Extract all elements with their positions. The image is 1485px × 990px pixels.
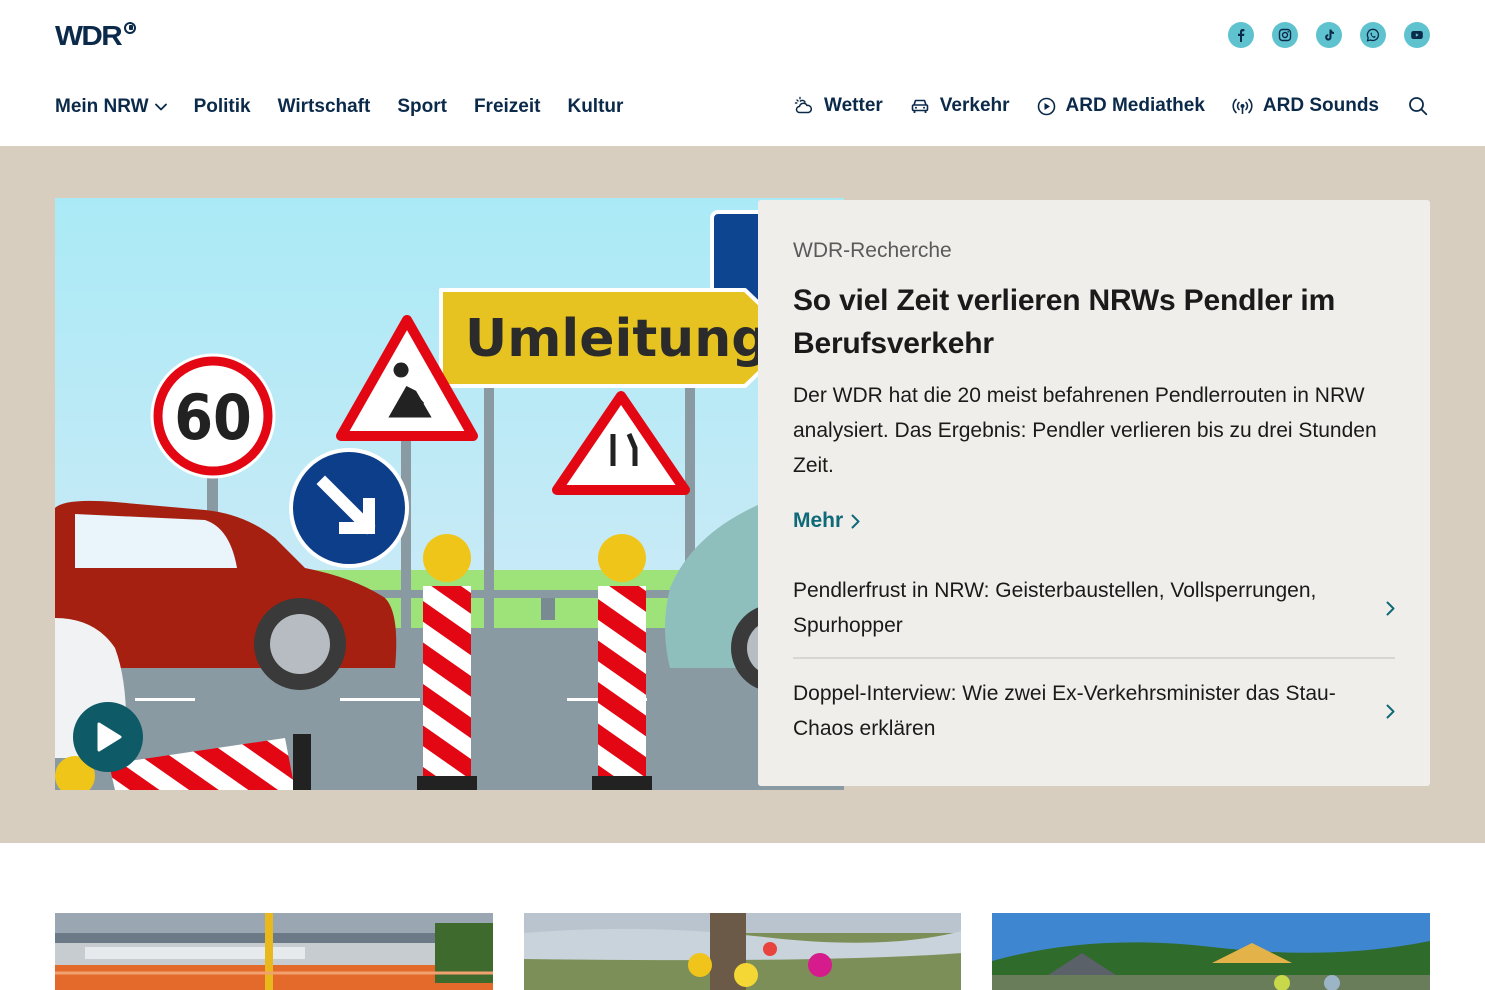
- hero-section: Umleitung 60 WDR-Recherche So viel Zeit …: [0, 146, 1485, 843]
- chevron-down-icon: [154, 103, 167, 111]
- related-article-link[interactable]: Pendlerfrust in NRW: Geisterbaustellen, …: [793, 571, 1395, 657]
- service-navigation: Wetter Verkehr ARD Mediathek ARD Sounds: [767, 93, 1430, 119]
- article-tile-memorial-flowers[interactable]: [523, 913, 962, 990]
- site-header: WDR Mein NRW Politik Wirtschaft Sport Fr…: [0, 0, 1485, 146]
- related-article-title: Pendlerfrust in NRW: Geisterbaustellen, …: [793, 579, 1317, 637]
- tile-image: [992, 913, 1431, 990]
- service-link-ard-sounds[interactable]: ARD Sounds: [1232, 93, 1379, 119]
- facebook-icon[interactable]: [1228, 22, 1254, 48]
- sign-text: Umleitung: [465, 309, 768, 369]
- service-link-wetter[interactable]: Wetter: [794, 93, 883, 119]
- hero-teaser-text: Der WDR hat die 20 meist befahrenen Pend…: [793, 384, 1377, 477]
- article-tile-festival-tents[interactable]: [992, 913, 1431, 990]
- play-circle-icon: [1037, 97, 1055, 115]
- more-link[interactable]: Mehr: [793, 507, 860, 535]
- broadcast-icon: [1232, 98, 1253, 114]
- play-icon: [97, 722, 122, 752]
- nav-item-freizeit[interactable]: Freizeit: [474, 94, 541, 120]
- nav-item-label: Mein NRW: [55, 96, 149, 117]
- hero-headline[interactable]: So viel Zeit verlieren NRWs Pendler im B…: [793, 279, 1395, 365]
- tiktok-icon[interactable]: [1316, 22, 1342, 48]
- whatsapp-icon[interactable]: [1360, 22, 1386, 48]
- article-tile-construction-site[interactable]: [55, 913, 493, 990]
- roadworks-illustration: Umleitung 60: [55, 198, 844, 790]
- service-link-label: ARD Mediathek: [1065, 95, 1205, 116]
- related-article-title: Doppel-Interview: Wie zwei Ex-Verkehrsmi…: [793, 682, 1336, 740]
- more-link-label: Mehr: [793, 509, 844, 532]
- main-navigation: Mein NRW Politik Wirtschaft Sport Freize…: [55, 94, 650, 120]
- service-link-label: ARD Sounds: [1262, 95, 1379, 116]
- nav-item-kultur[interactable]: Kultur: [567, 94, 623, 120]
- service-link-label: Verkehr: [939, 95, 1010, 116]
- car-icon: [911, 99, 929, 113]
- related-article-link[interactable]: Doppel-Interview: Wie zwei Ex-Verkehrsmi…: [793, 657, 1395, 760]
- nav-item-mein-nrw[interactable]: Mein NRW: [55, 94, 167, 120]
- nav-item-sport[interactable]: Sport: [397, 94, 447, 120]
- service-link-label: Wetter: [824, 95, 883, 116]
- chevron-right-icon: [1386, 601, 1395, 615]
- hero-image[interactable]: Umleitung 60: [55, 198, 844, 790]
- speed-limit-text: 60: [174, 381, 252, 454]
- nav-item-wirtschaft[interactable]: Wirtschaft: [278, 94, 371, 120]
- weather-icon: [794, 96, 813, 114]
- wdr-logo[interactable]: WDR: [55, 20, 137, 51]
- chevron-right-icon: [1386, 704, 1395, 718]
- hero-teaser-card: WDR-Recherche So viel Zeit verlieren NRW…: [758, 200, 1430, 786]
- search-button[interactable]: [1406, 93, 1430, 119]
- nav-item-politik[interactable]: Politik: [194, 94, 251, 120]
- related-articles: Pendlerfrust in NRW: Geisterbaustellen, …: [793, 571, 1395, 760]
- search-icon: [1409, 97, 1428, 116]
- service-link-ard-mediathek[interactable]: ARD Mediathek: [1037, 93, 1205, 119]
- social-links: [1228, 22, 1430, 48]
- tile-image: [55, 913, 493, 990]
- tile-image: [523, 913, 962, 990]
- logo-text: WDR: [55, 20, 123, 51]
- service-link-verkehr[interactable]: Verkehr: [910, 93, 1010, 119]
- chevron-right-icon: [851, 514, 860, 528]
- logo-mark-icon: [124, 22, 137, 34]
- instagram-icon[interactable]: [1272, 22, 1298, 48]
- youtube-icon[interactable]: [1404, 22, 1430, 48]
- article-tiles: [55, 913, 1431, 990]
- hero-kicker: WDR-Recherche: [793, 239, 952, 262]
- play-video-button[interactable]: [73, 702, 143, 772]
